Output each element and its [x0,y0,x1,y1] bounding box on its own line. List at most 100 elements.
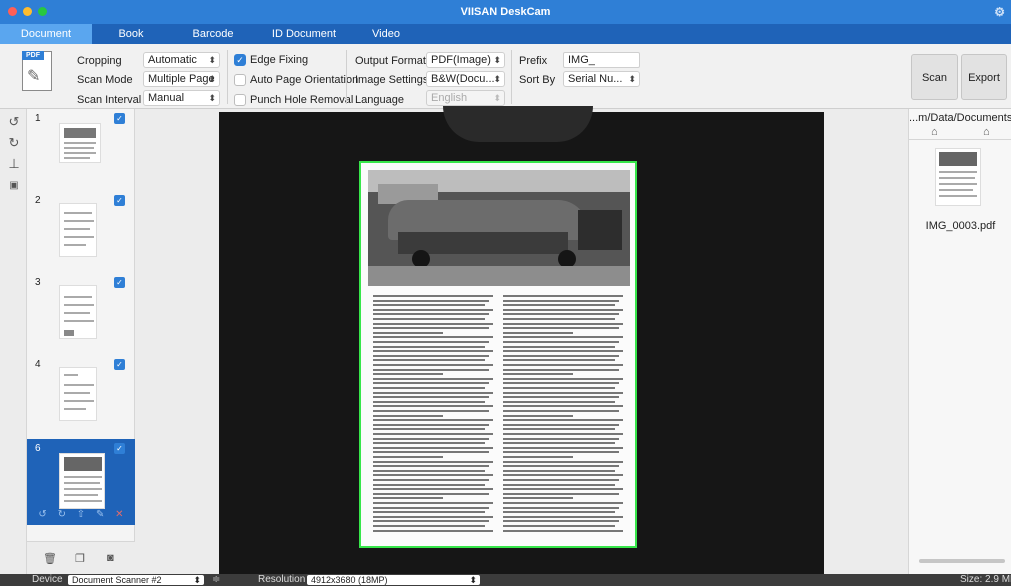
minimize-window-button[interactable] [23,7,32,16]
window-title: VIISAN DeskCam [460,6,551,18]
document-text-line [503,354,619,357]
document-text-line [503,327,619,330]
thumbnail-checkbox[interactable]: ✓ [114,195,125,206]
document-text-line [503,350,623,353]
document-text-line [503,469,615,472]
document-text-line [373,419,493,422]
chevron-updown-icon: ⬍ [493,55,501,65]
export-button[interactable]: Export [961,54,1007,100]
image-icon[interactable]: ▣ [7,179,21,193]
toolbar-divider [227,50,228,104]
mode-tab-bar: Document Book Barcode ID Document Video [0,24,1011,44]
open-folder-icon[interactable]: ⌂ [983,126,990,138]
thumbnail-item[interactable]: 4 ✓ [27,355,135,437]
delete-icon[interactable]: ✕ [115,509,123,521]
thumbnail-number: 3 [35,277,41,288]
document-text-line [503,492,619,495]
document-text-line [373,460,493,463]
tab-video[interactable]: Video [356,24,416,44]
camera-icon[interactable]: ◙ [107,552,114,564]
document-text-line [503,405,623,408]
output-format-select[interactable]: PDF(Image) ⬍ [426,52,505,68]
device-select[interactable]: Document Scanner #2 ⬍ [68,575,204,585]
status-bar: Device Document Scanner #2 ⬍ ≑ Resolution… [0,574,1011,586]
thumbnail-actions: ↺ ↻ ⇧ ✎ ✕ [33,509,129,521]
document-text-line [503,341,619,343]
output-folder-path: ...m/Data/Documents [909,112,1011,124]
document-text-line [503,299,619,302]
document-text-line [503,525,615,527]
document-text-line [373,474,493,477]
document-text-line [373,465,489,468]
thumbnail-item[interactable]: 2 ✓ [27,191,135,273]
file-name[interactable]: IMG_0003.pdf [909,220,1011,232]
document-text-line [503,368,619,371]
tab-id-document[interactable]: ID Document [255,24,353,44]
thumbnail-item[interactable]: 1 ✓ [27,109,135,191]
signature-icon: ✎ [27,68,41,85]
punch-hole-removal-checkbox[interactable] [234,94,246,106]
document-text-line [373,488,493,491]
gear-icon[interactable]: ⚙ [994,0,1005,24]
rotate-left-icon[interactable]: ↺ [7,115,21,129]
scan-mode-select[interactable]: Multiple Page ⬍ [143,71,220,87]
scan-button[interactable]: Scan [911,54,958,100]
edit-icon[interactable]: ✎ [96,509,104,521]
window-controls [8,7,47,16]
thumbnail-page-image [59,367,97,421]
tab-barcode[interactable]: Barcode [178,24,248,44]
document-text-line [373,479,489,481]
trash-icon[interactable]: 🗑 [43,552,57,565]
stamp-icon[interactable]: ⊥ [7,157,21,171]
folder-icon[interactable]: ⌂ [931,126,938,138]
image-settings-select[interactable]: B&W(Docu... ⬍ [426,71,505,87]
language-select[interactable]: English ⬍ [426,90,505,106]
scan-interval-select[interactable]: Manual ⬍ [143,90,220,106]
thumbnail-checkbox[interactable]: ✓ [114,443,125,454]
edge-fixing-checkbox[interactable]: ✓ [234,54,246,66]
language-label: Language [355,94,404,106]
document-text-line [503,396,619,399]
scan-interval-value: Manual [148,92,185,104]
document-text-line [503,442,615,445]
chevron-updown-icon: ⬍ [193,575,201,585]
copy-icon[interactable]: ❐ [75,552,85,565]
move-up-icon[interactable]: ⇧ [77,509,85,521]
file-list-scrollbar[interactable] [919,559,1005,563]
tab-book[interactable]: Book [96,24,166,44]
document-text-line [373,327,489,330]
prefix-input[interactable]: IMG_ [563,52,640,68]
chevron-updown-icon: ⬍ [493,93,501,103]
document-text-line [503,410,619,412]
file-thumbnail[interactable] [935,148,981,206]
rotate-left-icon[interactable]: ↺ [38,509,46,521]
document-text-line [373,502,493,504]
thumbnail-item[interactable]: 3 ✓ [27,273,135,355]
close-window-button[interactable] [8,7,17,16]
settings-toolbar: PDF ✎ Cropping Scan Mode Scan Interval A… [0,44,1011,109]
sliders-icon[interactable]: ≑ [212,574,220,586]
thumbnail-checkbox[interactable]: ✓ [114,113,125,124]
document-text-line [373,304,485,307]
sort-by-select[interactable]: Serial Nu... ⬍ [563,71,640,87]
rotate-right-icon[interactable]: ↻ [58,509,66,521]
auto-page-orientation-checkbox[interactable] [234,74,246,86]
toolbar-divider [511,50,512,104]
device-label: Device [32,574,63,585]
thumbnail-page-image [59,453,105,509]
thumbnail-checkbox[interactable]: ✓ [114,359,125,370]
chevron-updown-icon: ⬍ [469,575,477,585]
document-text-line [503,304,615,307]
output-files-panel: ...m/Data/Documents ⌂ ⌂ IMG_0003.pdf [908,109,1011,574]
rotate-right-icon[interactable]: ↻ [7,136,21,150]
document-text-line [373,396,489,399]
cropping-select[interactable]: Automatic ⬍ [143,52,220,68]
thumbnail-checkbox[interactable]: ✓ [114,277,125,288]
zoom-window-button[interactable] [38,7,47,16]
resolution-select[interactable]: 4912x3680 (18MP) ⬍ [307,575,480,585]
tab-document[interactable]: Document [0,24,92,44]
live-camera-view[interactable] [219,106,824,574]
toolbar-divider [346,50,347,104]
document-text-line [373,529,493,532]
thumbnail-item-selected[interactable]: 6 ✓ ↺ ↻ ⇧ ✎ ✕ [27,439,135,525]
